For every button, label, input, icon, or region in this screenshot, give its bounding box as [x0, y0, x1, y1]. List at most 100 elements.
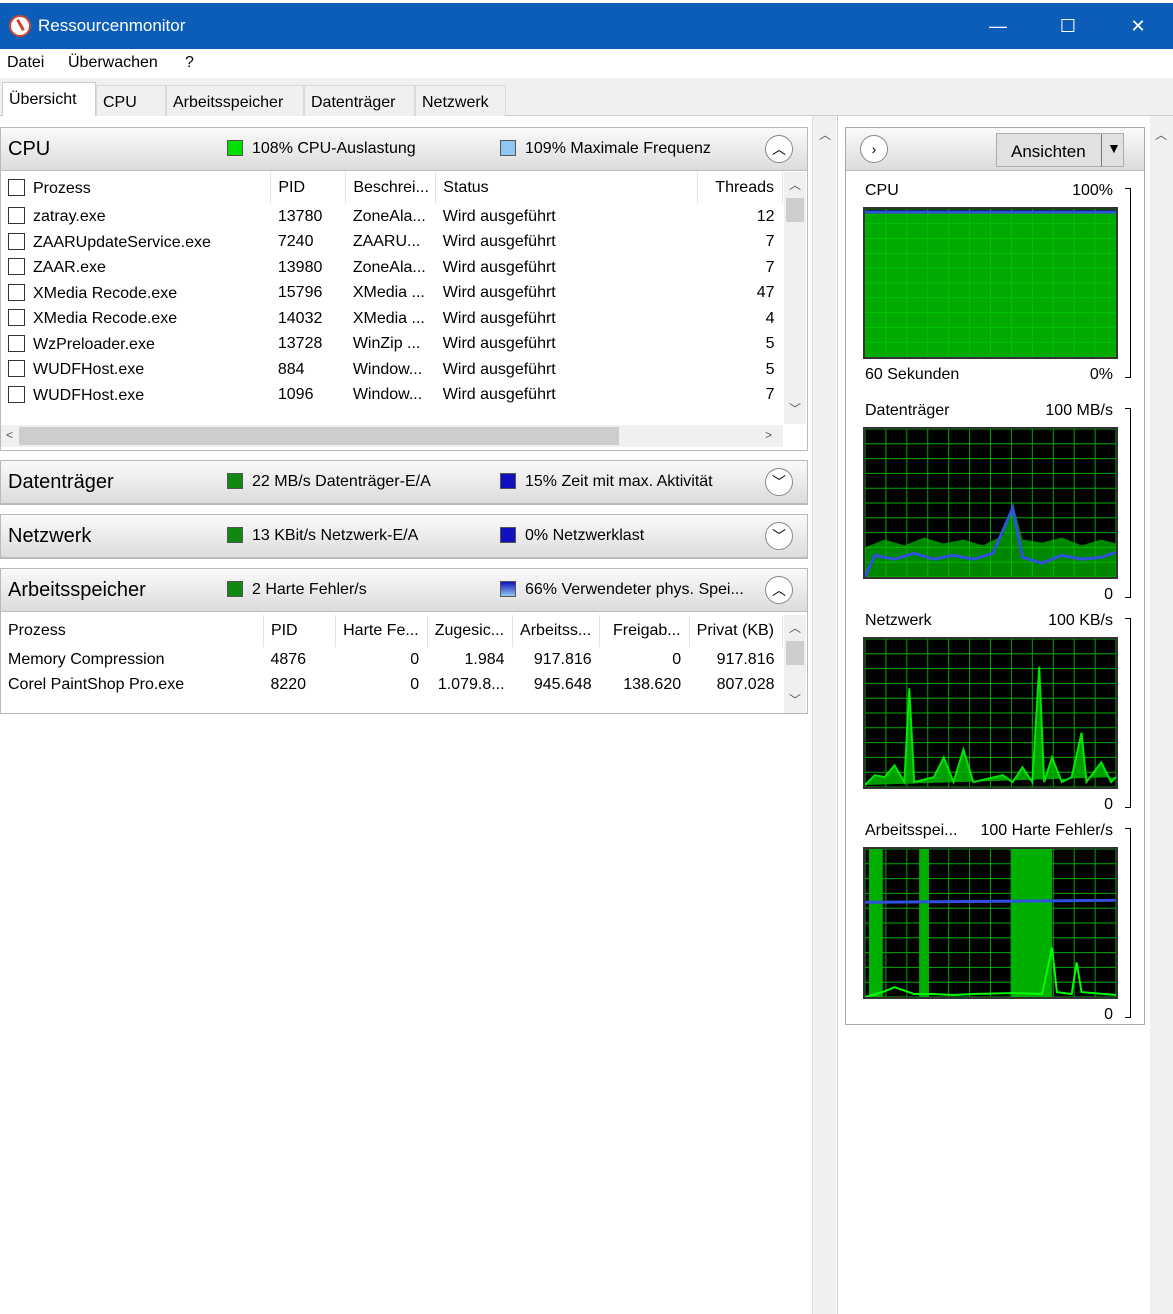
column-header-pid[interactable]: PID: [270, 172, 347, 204]
process-checkbox[interactable]: [8, 283, 25, 301]
table-row[interactable]: WUDFHost.exe 1096 Window... Wird ausgeführt…: [1, 383, 783, 409]
column-header-threads[interactable]: Threads: [697, 172, 783, 204]
network-section-header[interactable]: Netzwerk 13 KBit/s Netzwerk-E/A 0% Netzw…: [1, 515, 807, 558]
expand-down-icon[interactable]: ﹀: [765, 468, 793, 496]
scroll-up-icon[interactable]: ︿: [1155, 126, 1167, 143]
table-row[interactable]: Corel PaintShop Pro.exe 8220 0 1.079.8... 94…: [1, 673, 783, 699]
table-row[interactable]: Memory Compression 4876 0 1.984 917.816 0 917.…: [1, 647, 783, 673]
graph-footer-right: 0: [1104, 796, 1113, 813]
status-cell: Wird ausgeführt: [442, 360, 556, 378]
process-checkbox[interactable]: [8, 360, 25, 378]
column-header-harte-fehler[interactable]: Harte Fe...: [335, 615, 428, 647]
scroll-thumb[interactable]: [786, 641, 804, 665]
disk-section-header[interactable]: Datenträger 22 MB/s Datenträger-E/A 15% …: [1, 461, 807, 504]
scroll-thumb[interactable]: [19, 427, 619, 445]
cpu-table-vscroll[interactable]: ︿ ﹀: [784, 172, 806, 424]
process-checkbox[interactable]: [8, 385, 25, 403]
cpu-section-header[interactable]: CPU 108% CPU-Auslastung 109% Maximale Fr…: [1, 128, 807, 171]
scroll-up-icon[interactable]: ︿: [789, 176, 801, 193]
cpu-process-table: Prozess PID Beschrei... Status Threads z…: [1, 172, 783, 408]
process-checkbox[interactable]: [8, 232, 25, 250]
tab-arbeitsspeicher[interactable]: Arbeitsspeicher: [166, 85, 304, 116]
collapse-up-icon[interactable]: ︿: [765, 576, 793, 604]
cpu-frequency-swatch: [500, 140, 516, 156]
graph-scale-bracket: [1125, 828, 1131, 1018]
pid-cell: 13728: [277, 335, 323, 353]
column-header-status[interactable]: Status: [435, 172, 698, 204]
table-row[interactable]: zatray.exe 13780 ZoneAla... Wird ausgeführt…: [1, 204, 783, 230]
chevron-right-icon[interactable]: ›: [860, 135, 888, 163]
select-all-checkbox[interactable]: [8, 178, 25, 196]
process-checkbox[interactable]: [8, 207, 25, 225]
overview-scrollbar[interactable]: ︿: [812, 116, 836, 1314]
table-row[interactable]: WzPreloader.exe 13728 WinZip ... Wird ausge…: [1, 332, 783, 358]
close-button[interactable]: ✕: [1103, 3, 1173, 49]
hard-faults-metric: 2 Harte Fehler/s: [252, 581, 367, 598]
scroll-down-icon[interactable]: ﹀: [789, 691, 801, 708]
process-checkbox[interactable]: [8, 258, 25, 276]
tab-cpu[interactable]: CPU: [96, 85, 166, 116]
column-header-prozess[interactable]: Prozess: [1, 615, 264, 647]
menu-bar: Datei Überwachen ?: [0, 49, 1173, 77]
maximize-button[interactable]: ☐: [1033, 3, 1103, 49]
tab-netzwerk[interactable]: Netzwerk: [415, 85, 506, 116]
network-section: Netzwerk 13 KBit/s Netzwerk-E/A 0% Netzw…: [0, 514, 808, 559]
table-row[interactable]: ZAARUpdateService.exe 7240 ZAARU... Wird au…: [1, 230, 783, 256]
minimize-button[interactable]: —: [963, 3, 1033, 49]
tab-datentraeger[interactable]: Datenträger: [304, 85, 415, 116]
table-row[interactable]: XMedia Recode.exe 14032 XMedia ... Wird aus…: [1, 306, 783, 332]
cpu-usage-metric: 108% CPU-Auslastung: [252, 140, 416, 157]
memory-process-table: Prozess PID Harte Fe... Zugesic... Arbei…: [1, 615, 784, 699]
table-row[interactable]: ZAAR.exe 13980 ZoneAla... Wird ausgeführt 7: [1, 255, 783, 281]
column-header-beschreibung[interactable]: Beschrei...: [345, 172, 437, 204]
process-checkbox[interactable]: [8, 334, 25, 352]
cpu-section: CPU 108% CPU-Auslastung 109% Maximale Fr…: [0, 127, 808, 451]
memory-section: Arbeitsspeicher 2 Harte Fehler/s 66% Ver…: [0, 568, 808, 714]
disk-activity-metric: 15% Zeit mit max. Aktivität: [525, 473, 713, 490]
memory-section-header[interactable]: Arbeitsspeicher 2 Harte Fehler/s 66% Ver…: [1, 569, 807, 612]
scroll-left-icon[interactable]: <: [6, 428, 13, 442]
cpu-table-hscroll[interactable]: < >: [1, 425, 783, 447]
network-load-metric: 0% Netzwerklast: [525, 527, 645, 544]
menu-ueberwachen[interactable]: Überwachen: [68, 54, 158, 72]
expand-down-icon[interactable]: ﹀: [765, 522, 793, 550]
scroll-up-icon[interactable]: ︿: [819, 126, 831, 143]
column-header-privat[interactable]: Privat (KB): [689, 615, 784, 647]
scroll-up-icon[interactable]: ︿: [789, 619, 801, 636]
threads-cell: 47: [756, 284, 775, 302]
private-cell: 807.028: [716, 676, 775, 694]
column-header-prozess[interactable]: Prozess: [1, 172, 272, 204]
pid-cell: 884: [277, 360, 305, 378]
memory-table-vscroll[interactable]: ︿ ﹀: [784, 615, 806, 713]
window-scrollbar[interactable]: ︿: [1150, 116, 1173, 1314]
scroll-thumb[interactable]: [786, 198, 804, 222]
column-header-freigabe[interactable]: Freigab...: [599, 615, 690, 647]
process-checkbox[interactable]: [8, 309, 25, 327]
dropdown-arrow-icon[interactable]: ▼: [1107, 140, 1121, 156]
views-button[interactable]: Ansichten ▼: [996, 133, 1124, 167]
threads-cell: 4: [765, 309, 775, 327]
pid-cell: 4876: [270, 650, 307, 668]
menu-help[interactable]: ?: [185, 54, 194, 72]
threads-cell: 5: [765, 335, 775, 353]
pid-cell: 1096: [277, 386, 314, 404]
tab-uebersicht[interactable]: Übersicht: [2, 82, 96, 117]
cpu-frequency-metric: 109% Maximale Frequenz: [525, 140, 711, 157]
table-row[interactable]: WUDFHost.exe 884 Window... Wird ausgeführt 5: [1, 357, 783, 383]
status-cell: Wird ausgeführt: [442, 207, 556, 225]
column-header-zugesichert[interactable]: Zugesic...: [427, 615, 514, 647]
working-set-cell: 917.816: [533, 650, 592, 668]
pid-cell: 7240: [277, 233, 314, 251]
views-button-label: Ansichten: [1011, 142, 1086, 161]
description-cell: XMedia ...: [352, 309, 425, 327]
menu-datei[interactable]: Datei: [7, 54, 44, 72]
process-cell: XMedia Recode.exe: [1, 281, 271, 307]
column-header-arbeitssatz[interactable]: Arbeitss...: [512, 615, 601, 647]
scroll-right-icon[interactable]: >: [765, 428, 772, 442]
collapse-up-icon[interactable]: ︿: [765, 135, 793, 163]
column-header-pid[interactable]: PID: [263, 615, 337, 647]
pid-cell: 14032: [277, 309, 323, 327]
scroll-down-icon[interactable]: ﹀: [789, 400, 801, 417]
table-row[interactable]: XMedia Recode.exe 15796 XMedia ... Wird aus…: [1, 281, 783, 307]
table-header-row: Prozess PID Beschrei... Status Threads: [1, 172, 783, 204]
